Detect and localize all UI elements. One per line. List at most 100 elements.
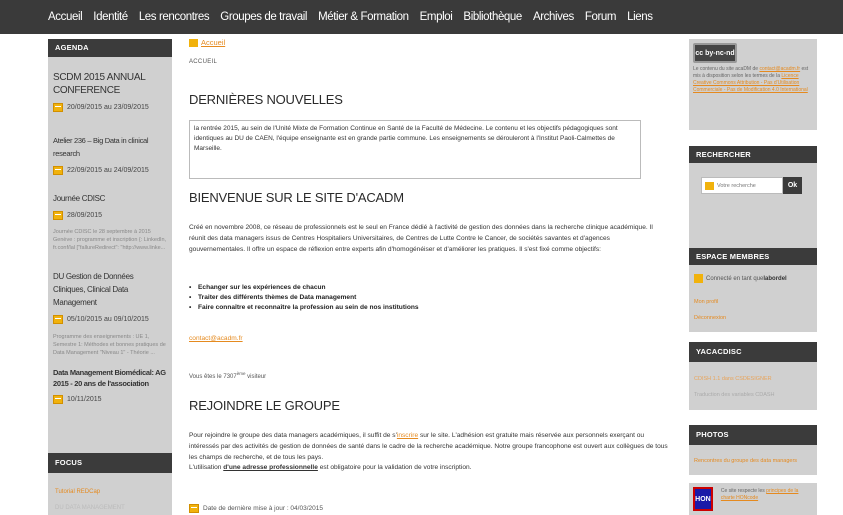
objective-item: Faire connaître et reconnaître la profes… (189, 303, 419, 313)
agenda-item[interactable]: Atelier 236 – Big Data in clinical resea… (48, 134, 172, 175)
join-text-before: Pour rejoindre le groupe des data manage… (189, 432, 397, 439)
search-form: Votre recherche Ok (689, 163, 817, 194)
license-email-link[interactable]: contact@acadm.fr (759, 66, 800, 72)
agenda-item-excerpt: Programme des enseignements : UE 1, Seme… (53, 334, 166, 356)
nav-item-rencontres[interactable]: Les rencontres (139, 11, 210, 23)
calendar-icon (53, 166, 63, 175)
agenda-item[interactable]: Journée CDISC 28/09/2015 Journée CDISC l… (48, 192, 172, 260)
hon-icon[interactable]: HON (693, 487, 713, 511)
profile-link[interactable]: Mon profil (689, 299, 817, 305)
nav-item-liens[interactable]: Liens (627, 11, 653, 23)
logout-link[interactable]: Déconnexion (689, 315, 817, 321)
creative-commons-icon[interactable]: cc by-nc-nd (693, 43, 737, 63)
agenda-date-text: 05/10/2015 au 09/10/2015 (67, 316, 149, 323)
hon-text: Ce site respecte les principes de la cha… (717, 483, 817, 505)
agenda-date-text: 20/09/2015 au 23/09/2015 (67, 104, 149, 111)
yacacdisc-heading: YacaCDISC (689, 342, 817, 362)
calendar-icon (53, 315, 63, 324)
objectives-list: Echanger sur les expériences de chacun T… (189, 283, 419, 313)
news-text: la rentrée 2015, au sein de l'Unité Mixt… (194, 125, 618, 152)
focus-link-du[interactable]: DU DATA MANAGEMENT (48, 505, 172, 511)
agenda-item-title[interactable]: Journée CDISC (53, 192, 167, 205)
agenda-item-title[interactable]: Data Management Biomédical: AG 2015 - 20… (53, 367, 167, 389)
breadcrumb: Accueil (189, 38, 669, 47)
members-box: Espace membres Connecté en tant que labo… (689, 248, 817, 332)
agenda-item-date: 20/09/2015 au 23/09/2015 (53, 103, 167, 112)
join-line2-bold: d'une adresse professionnelle (223, 464, 318, 472)
nav-item-metier-formation[interactable]: Métier & Formation (318, 11, 409, 23)
main-content: Accueil Accueil Dernières nouvelles la r… (189, 38, 669, 513)
agenda-item[interactable]: SCDM 2015 ANNUAL CONFERENCE 20/09/2015 a… (48, 71, 172, 112)
agenda-item-date: 05/10/2015 au 09/10/2015 (53, 315, 167, 324)
focus-link-redcap[interactable]: Tutorial REDCap (48, 489, 172, 495)
photos-heading: Photos (689, 425, 817, 445)
agenda-item[interactable]: DU Gestion de Données Cliniques, Clinica… (48, 270, 172, 359)
inscrire-link[interactable]: inscrire (397, 432, 418, 439)
search-ok-button[interactable]: Ok (783, 177, 802, 194)
hon-text-before: Ce site respecte les (720, 488, 767, 494)
search-heading: Rechercher (689, 146, 817, 163)
license-text: Le contenu du site acaDM de contact@acad… (689, 63, 817, 97)
yaca-link-2[interactable]: Traduction des variables CDASH (689, 392, 817, 398)
nav-item-identite[interactable]: Identité (93, 11, 128, 23)
nav-item-archives[interactable]: Archives (533, 11, 574, 23)
agenda-item-title[interactable]: SCDM 2015 ANNUAL CONFERENCE (53, 71, 167, 97)
last-update: Date de dernière mise à jour : 04/03/201… (189, 504, 323, 513)
yacacdisc-box: YacaCDISC CDISH 1.1 dans CSDESIGNER Trad… (689, 342, 817, 410)
agenda-date-text: 28/09/2015 (67, 212, 103, 219)
left-sidebar: Agenda SCDM 2015 ANNUAL CONFERENCE 20/09… (48, 39, 172, 515)
agenda-item-title[interactable]: Atelier 236 – Big Data in clinical resea… (53, 134, 167, 160)
user-icon (694, 274, 703, 283)
search-placeholder: Votre recherche (717, 182, 756, 189)
username: labordel (763, 275, 787, 282)
agenda-date-text: 10/11/2015 (67, 396, 102, 403)
visitor-suffix: visiteur (245, 374, 267, 380)
search-icon (705, 181, 714, 190)
visitor-prefix: Vous êtes le 7307 (189, 374, 237, 380)
calendar-icon (53, 395, 63, 404)
search-box: Rechercher Votre recherche Ok (689, 146, 817, 258)
nav-item-bibliotheque[interactable]: Bibliothèque (463, 11, 522, 23)
agenda-heading: Agenda (48, 39, 172, 57)
welcome-heading: Bienvenue sur le site d'acaDM (189, 190, 404, 205)
breadcrumb-home-link[interactable]: Accueil (201, 38, 225, 47)
focus-heading: Focus (48, 453, 172, 473)
nav-item-forum[interactable]: Forum (585, 11, 617, 23)
calendar-icon (189, 504, 199, 513)
agenda-item-excerpt: Journée CDISC le 28 septembre à 2015 Gen… (53, 229, 167, 251)
welcome-intro: Créé en novembre 2008, ce réseau de prof… (189, 224, 653, 253)
objective-item: Echanger sur les expériences de chacun (189, 283, 419, 293)
breadcrumb-current: Accueil (189, 59, 218, 65)
objective-item: Traiter des différents thèmes de Data ma… (189, 293, 419, 303)
visitor-counter: Vous êtes le 7307ème visiteur (189, 371, 266, 380)
focus-links: Tutorial REDCap DU DATA MANAGEMENT (48, 489, 172, 511)
agenda-item-date: 28/09/2015 (53, 211, 167, 220)
contact-email-link[interactable]: contact@acadm.fr (189, 334, 243, 345)
agenda-item-title[interactable]: DU Gestion de Données Cliniques, Clinica… (53, 270, 167, 309)
agenda-item-date: 10/11/2015 (53, 395, 167, 404)
main-navigation: Accueil Identité Les rencontres Groupes … (0, 0, 843, 34)
last-update-text: Date de dernière mise à jour : 04/03/201… (203, 505, 323, 512)
members-heading: Espace membres (689, 248, 817, 265)
join-heading: Rejoindre le groupe (189, 398, 340, 413)
nav-item-emploi[interactable]: Emploi (420, 11, 453, 23)
home-icon (189, 38, 198, 47)
calendar-icon (53, 211, 63, 220)
agenda-item[interactable]: Data Management Biomédical: AG 2015 - 20… (48, 367, 172, 404)
nav-item-groupes[interactable]: Groupes de travail (220, 11, 307, 23)
yaca-link-1[interactable]: CDISH 1.1 dans CSDESIGNER (689, 376, 817, 382)
search-input[interactable]: Votre recherche (701, 177, 783, 194)
license-box: cc by-nc-nd Le contenu du site acaDM de … (689, 39, 817, 130)
logged-prefix: Connecté en tant que (706, 275, 764, 282)
photos-link[interactable]: Rencontres du groupe des data managers (689, 458, 817, 464)
agenda-date-text: 22/09/2015 au 24/09/2015 (67, 167, 149, 174)
news-scroller[interactable]: la rentrée 2015, au sein de l'Unité Mixt… (189, 120, 641, 179)
nav-item-accueil[interactable]: Accueil (48, 11, 83, 23)
license-text-before: Le contenu du site acaDM de (693, 66, 760, 72)
calendar-icon (53, 103, 63, 112)
join-line2-before: L'utilisation (189, 464, 224, 472)
news-heading: Dernières nouvelles (189, 92, 343, 107)
agenda-item-date: 22/09/2015 au 24/09/2015 (53, 166, 167, 175)
hon-box: HON Ce site respecte les principes de la… (689, 483, 817, 515)
join-line2-after: est obligatoire pour la validation de vo… (317, 464, 472, 472)
